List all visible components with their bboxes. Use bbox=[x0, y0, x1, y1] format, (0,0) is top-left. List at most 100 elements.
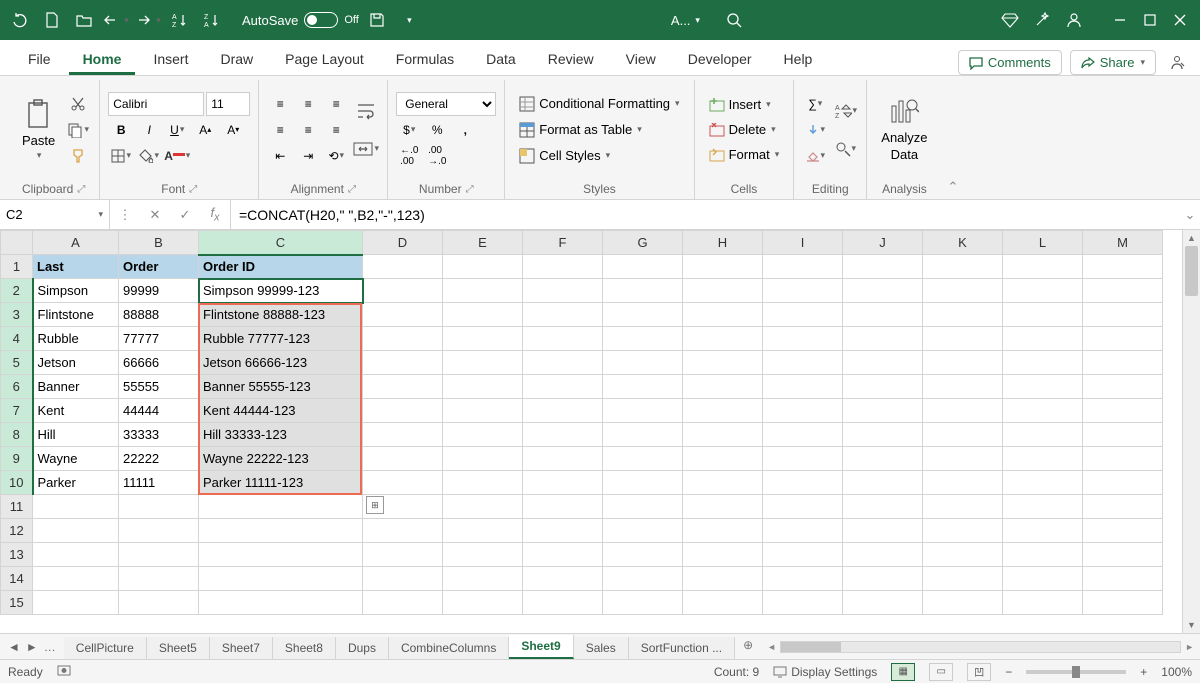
cell-L15[interactable] bbox=[1003, 591, 1083, 615]
cell-J12[interactable] bbox=[843, 519, 923, 543]
decrease-indent-icon[interactable]: ⇤ bbox=[267, 144, 293, 168]
cell-K1[interactable] bbox=[923, 255, 1003, 279]
cell-M9[interactable] bbox=[1083, 447, 1163, 471]
row-header-8[interactable]: 8 bbox=[1, 423, 33, 447]
cell-M4[interactable] bbox=[1083, 327, 1163, 351]
cell-J6[interactable] bbox=[843, 375, 923, 399]
cell-F4[interactable] bbox=[523, 327, 603, 351]
cell-F2[interactable] bbox=[523, 279, 603, 303]
cell-F6[interactable] bbox=[523, 375, 603, 399]
cell-J3[interactable] bbox=[843, 303, 923, 327]
align-middle-icon[interactable]: ≡ bbox=[295, 92, 321, 116]
row-header-9[interactable]: 9 bbox=[1, 447, 33, 471]
cell-C11[interactable] bbox=[199, 495, 363, 519]
cell-A10[interactable]: Parker bbox=[33, 471, 119, 495]
cell-J2[interactable] bbox=[843, 279, 923, 303]
cell-G1[interactable] bbox=[603, 255, 683, 279]
row-header-3[interactable]: 3 bbox=[1, 303, 33, 327]
insert-cells-button[interactable]: Insert▾ bbox=[703, 94, 786, 115]
normal-view-icon[interactable]: ▦ bbox=[891, 663, 915, 681]
cut-icon[interactable] bbox=[65, 92, 91, 116]
row-header-6[interactable]: 6 bbox=[1, 375, 33, 399]
cell-D7[interactable] bbox=[363, 399, 443, 423]
cell-G4[interactable] bbox=[603, 327, 683, 351]
cell-H8[interactable] bbox=[683, 423, 763, 447]
cell-L8[interactable] bbox=[1003, 423, 1083, 447]
cell-H13[interactable] bbox=[683, 543, 763, 567]
clipboard-launcher-icon[interactable]: ⤢ bbox=[77, 184, 85, 195]
cell-G10[interactable] bbox=[603, 471, 683, 495]
qat-customize-icon[interactable]: ▾ bbox=[395, 6, 423, 34]
cell-J9[interactable] bbox=[843, 447, 923, 471]
cell-E14[interactable] bbox=[443, 567, 523, 591]
cell-J5[interactable] bbox=[843, 351, 923, 375]
cell-G7[interactable] bbox=[603, 399, 683, 423]
cell-F11[interactable] bbox=[523, 495, 603, 519]
sheet-tab-Sheet8[interactable]: Sheet8 bbox=[273, 637, 336, 659]
cell-C14[interactable] bbox=[199, 567, 363, 591]
find-select-icon[interactable]: ▾ bbox=[832, 131, 858, 167]
cell-E10[interactable] bbox=[443, 471, 523, 495]
fill-icon[interactable]: ▾ bbox=[802, 118, 828, 142]
cell-K3[interactable] bbox=[923, 303, 1003, 327]
autosum-icon[interactable]: ∑▾ bbox=[802, 92, 828, 116]
cell-G14[interactable] bbox=[603, 567, 683, 591]
row-header-1[interactable]: 1 bbox=[1, 255, 33, 279]
cell-B15[interactable] bbox=[119, 591, 199, 615]
cell-M6[interactable] bbox=[1083, 375, 1163, 399]
cell-G2[interactable] bbox=[603, 279, 683, 303]
cell-K5[interactable] bbox=[923, 351, 1003, 375]
comma-icon[interactable]: , bbox=[452, 118, 478, 142]
cell-H11[interactable] bbox=[683, 495, 763, 519]
cell-I2[interactable] bbox=[763, 279, 843, 303]
clear-icon[interactable]: ▾ bbox=[802, 144, 828, 168]
font-launcher-icon[interactable]: ⤢ bbox=[189, 184, 197, 195]
cell-E15[interactable] bbox=[443, 591, 523, 615]
currency-icon[interactable]: $▾ bbox=[396, 118, 422, 142]
cell-M11[interactable] bbox=[1083, 495, 1163, 519]
cell-F12[interactable] bbox=[523, 519, 603, 543]
column-header-G[interactable]: G bbox=[603, 231, 683, 255]
cell-M7[interactable] bbox=[1083, 399, 1163, 423]
cell-J13[interactable] bbox=[843, 543, 923, 567]
new-sheet-icon[interactable]: ⊕ bbox=[735, 634, 761, 659]
cell-H10[interactable] bbox=[683, 471, 763, 495]
sheet-tab-CellPicture[interactable]: CellPicture bbox=[64, 637, 147, 659]
column-header-K[interactable]: K bbox=[923, 231, 1003, 255]
cell-B4[interactable]: 77777 bbox=[119, 327, 199, 351]
cell-I5[interactable] bbox=[763, 351, 843, 375]
cell-I9[interactable] bbox=[763, 447, 843, 471]
column-header-C[interactable]: C bbox=[199, 231, 363, 255]
cell-A9[interactable]: Wayne bbox=[33, 447, 119, 471]
sheet-nav-prev-icon[interactable]: ◄ bbox=[8, 640, 20, 654]
cell-M8[interactable] bbox=[1083, 423, 1163, 447]
account-icon[interactable] bbox=[1060, 6, 1088, 34]
alignment-launcher-icon[interactable]: ⤢ bbox=[348, 184, 356, 195]
tab-file[interactable]: File bbox=[14, 43, 65, 75]
cell-E6[interactable] bbox=[443, 375, 523, 399]
macro-record-icon[interactable] bbox=[57, 663, 71, 680]
analyze-data-button[interactable]: Analyze Data bbox=[875, 94, 933, 166]
cell-G5[interactable] bbox=[603, 351, 683, 375]
cell-H15[interactable] bbox=[683, 591, 763, 615]
tab-home[interactable]: Home bbox=[69, 43, 136, 75]
search-icon[interactable] bbox=[720, 6, 748, 34]
cell-M2[interactable] bbox=[1083, 279, 1163, 303]
cell-J11[interactable] bbox=[843, 495, 923, 519]
page-break-view-icon[interactable]: 凹 bbox=[967, 663, 991, 681]
cell-F3[interactable] bbox=[523, 303, 603, 327]
row-header-11[interactable]: 11 bbox=[1, 495, 33, 519]
align-center-icon[interactable]: ≡ bbox=[295, 118, 321, 142]
sheet-tab-Sheet5[interactable]: Sheet5 bbox=[147, 637, 210, 659]
tab-developer[interactable]: Developer bbox=[674, 43, 766, 75]
wand-icon[interactable] bbox=[1028, 6, 1056, 34]
column-header-A[interactable]: A bbox=[33, 231, 119, 255]
close-icon[interactable] bbox=[1166, 6, 1194, 34]
expand-formula-bar-icon[interactable]: ⌄ bbox=[1180, 200, 1200, 229]
autofill-options-icon[interactable]: ⊞ bbox=[366, 496, 384, 514]
number-format-select[interactable]: General bbox=[396, 92, 496, 116]
cell-I7[interactable] bbox=[763, 399, 843, 423]
cell-A6[interactable]: Banner bbox=[33, 375, 119, 399]
cell-E5[interactable] bbox=[443, 351, 523, 375]
cell-L3[interactable] bbox=[1003, 303, 1083, 327]
